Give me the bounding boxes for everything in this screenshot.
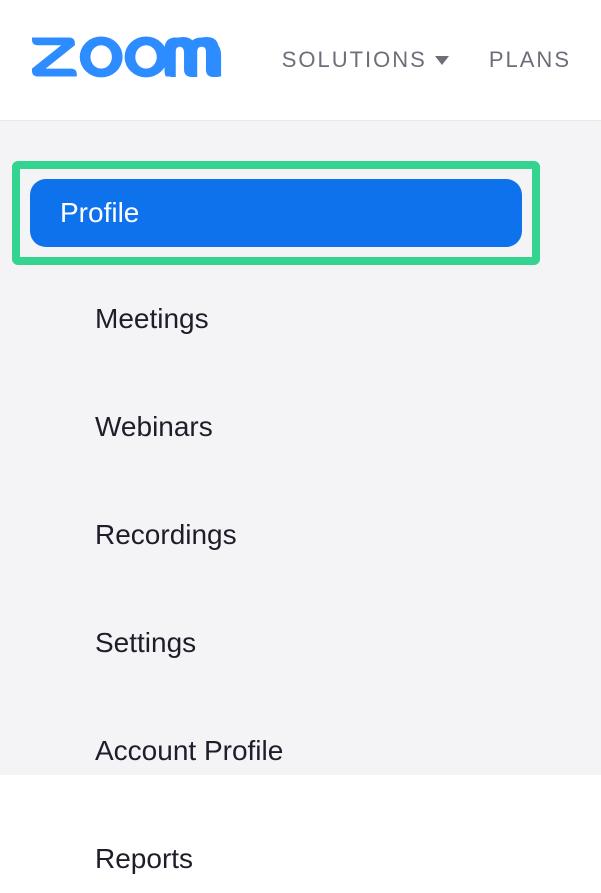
sidebar-item-webinars[interactable]: Webinars [65,393,540,461]
sidebar-item-label: Settings [95,627,196,658]
sidebar-item-label: Meetings [95,303,209,334]
sidebar-item-reports[interactable]: Reports [65,825,540,893]
zoom-logo[interactable] [30,28,225,93]
sidebar-item-label: Recordings [95,519,237,550]
header: SOLUTIONS PLANS [0,0,601,120]
sidebar-item-label: Webinars [95,411,213,442]
nav-solutions-label: SOLUTIONS [282,47,427,73]
sidebar-item-label: Reports [95,843,193,874]
chevron-down-icon [435,56,449,65]
nav-plans[interactable]: PLANS [489,47,571,73]
sidebar: Profile Meetings Webinars Recordings Set… [0,161,540,775]
sidebar-item-settings[interactable]: Settings [65,609,540,677]
content-area: Profile Meetings Webinars Recordings Set… [0,120,601,775]
sidebar-item-label: Account Profile [95,735,283,766]
nav-plans-label: PLANS [489,47,571,73]
highlight-box: Profile [12,161,540,265]
sidebar-item-profile[interactable]: Profile [30,179,522,247]
top-nav: SOLUTIONS PLANS [282,47,571,73]
sidebar-links: Meetings Webinars Recordings Settings Ac… [10,285,540,893]
sidebar-item-meetings[interactable]: Meetings [65,285,540,353]
nav-solutions[interactable]: SOLUTIONS [282,47,449,73]
sidebar-item-recordings[interactable]: Recordings [65,501,540,569]
sidebar-item-label: Profile [60,197,139,228]
